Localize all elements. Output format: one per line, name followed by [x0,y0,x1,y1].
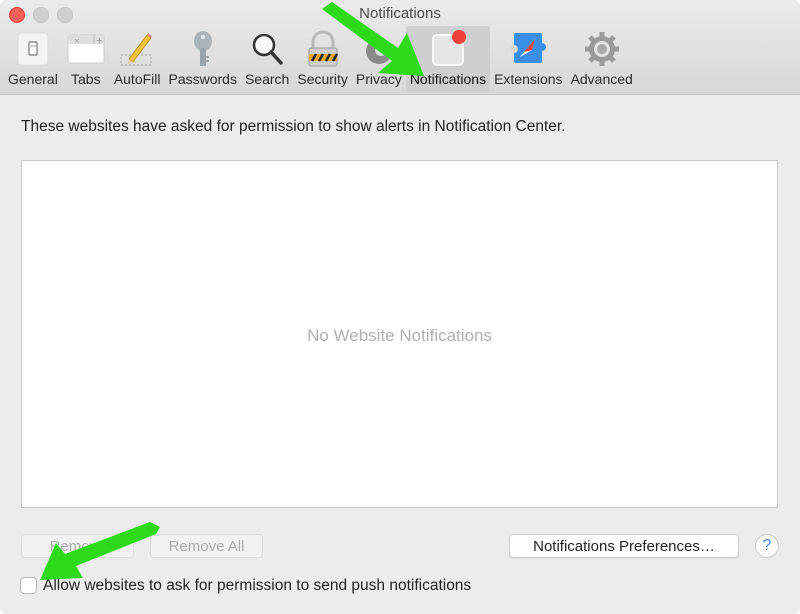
general-switch-icon [13,29,53,69]
tab-label: AutoFill [113,71,161,87]
remove-button[interactable]: Remove [21,534,134,558]
window-title: Notifications [359,5,441,22]
tab-passwords[interactable]: Passwords [165,26,241,92]
tabs-icon: × + [66,29,106,69]
tab-privacy[interactable]: Privacy [352,26,406,92]
notifications-preferences-button[interactable]: Notifications Preferences… [509,534,739,558]
puzzle-compass-icon [508,29,548,69]
tab-label: Tabs [71,71,101,87]
key-icon [183,29,223,69]
preferences-toolbar: General × + Tabs AutoFill Passwords Sear… [4,26,637,92]
allow-push-label: Allow websites to ask for permission to … [43,577,472,594]
tab-label: General [8,71,58,87]
website-notifications-list[interactable]: No Website Notifications [21,160,778,508]
privacy-hand-icon [359,29,399,69]
padlock-icon [303,29,343,69]
gear-icon [582,29,622,69]
notification-badge-icon [428,29,468,69]
tab-label: Security [297,71,348,87]
tab-label: Notifications [409,71,487,87]
tab-tabs[interactable]: × + Tabs [62,26,110,92]
magnifier-icon [247,29,287,69]
tab-extensions[interactable]: Extensions [490,26,566,92]
safari-preferences-window: Notifications General × + Tabs AutoFill … [0,0,800,614]
tab-autofill[interactable]: AutoFill [110,26,165,92]
tab-general[interactable]: General [4,26,62,92]
tab-advanced[interactable]: Advanced [567,26,637,92]
help-button[interactable]: ? [755,534,779,558]
remove-all-button[interactable]: Remove All [150,534,263,558]
svg-text:×: × [74,37,80,45]
tab-label: Extensions [494,71,563,87]
tab-notifications[interactable]: Notifications [405,26,491,92]
tab-label: Privacy [355,71,402,87]
intro-text: These websites have asked for permission… [21,118,566,135]
titlebar: Notifications General × + Tabs AutoFill … [0,0,800,95]
tab-label: Advanced [570,71,633,87]
allow-push-checkbox[interactable] [20,577,37,594]
tab-search[interactable]: Search [241,26,293,92]
empty-list-message: No Website Notifications [307,326,492,345]
svg-text:+: + [96,36,103,45]
pencil-icon [117,29,157,69]
tab-label: Search [244,71,290,87]
tab-label: Passwords [168,71,237,87]
tab-security[interactable]: Security [293,26,352,92]
